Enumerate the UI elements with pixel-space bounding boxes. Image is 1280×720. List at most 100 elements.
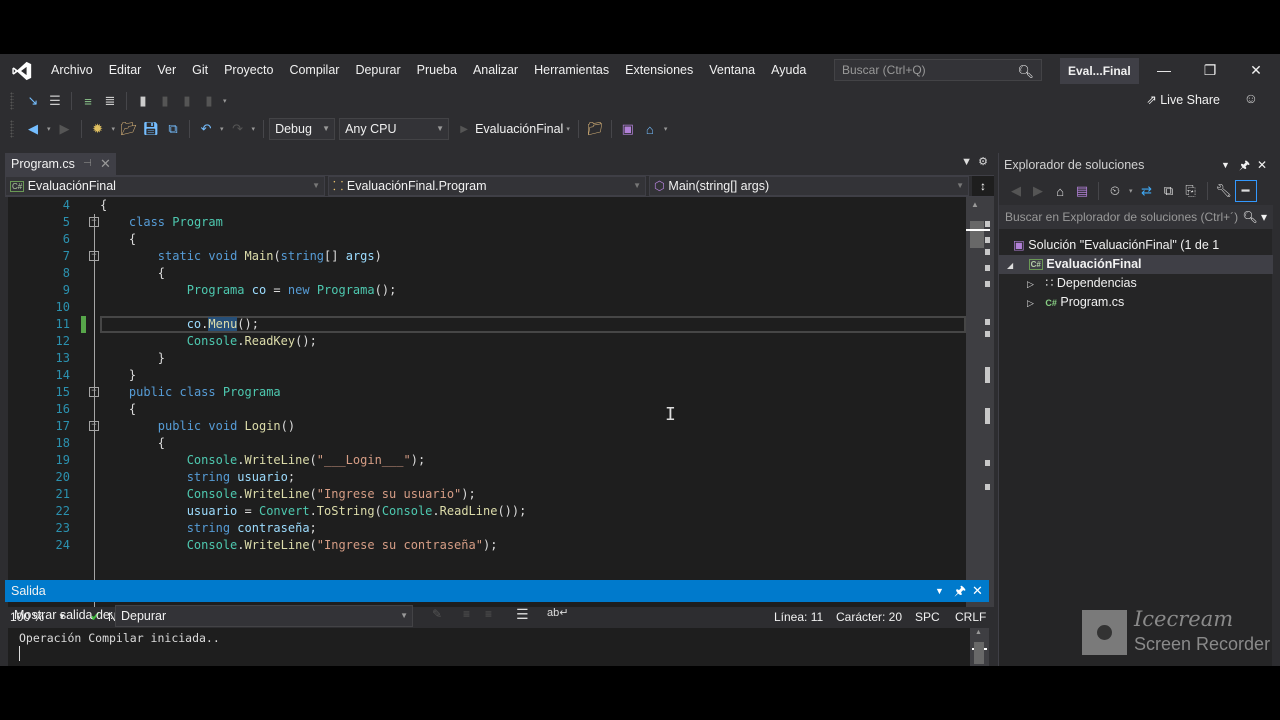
code-line[interactable]: 7 − static void Main(string[] args) [8,248,966,265]
scrollbar-thumb[interactable] [970,221,984,248]
code-line[interactable]: 21 Console.WriteLine("Ingrese su usuario… [8,486,966,503]
navigate-back-icon[interactable]: ◀ [22,118,44,140]
menu-herramientas[interactable]: Herramientas [526,54,617,87]
filter-dropdown-icon[interactable]: ▾ [1129,187,1133,195]
menu-proyecto[interactable]: Proyecto [216,54,281,87]
new-project-icon[interactable]: ✹ [87,118,109,140]
code-line[interactable]: 19 Console.WriteLine("___Login___"); [8,452,966,469]
restore-button[interactable]: ❐ [1187,54,1233,87]
pin-icon[interactable]: 🖈︎ [954,580,966,602]
collapsed-arrow-icon[interactable]: ▷ [1027,279,1034,289]
menu-archivo[interactable]: Archivo [43,54,101,87]
code-line[interactable]: 13 } [8,350,966,367]
menu-compilar[interactable]: Compilar [281,54,347,87]
code-line[interactable]: 8 { [8,265,966,282]
code-line[interactable]: 22 usuario = Convert.ToString(Console.Re… [8,503,966,520]
code-line[interactable]: 4{ [8,197,966,214]
back-dropdown-icon[interactable]: ▾ [47,125,51,133]
tree-item-dependencies[interactable]: ▷ ∷ Dependencias [999,274,1273,293]
collapse-region-icon[interactable]: − [89,251,99,261]
pin-icon[interactable]: 🖈︎ [1239,153,1250,177]
search-icon[interactable]: 🔍︎ ▾ [1242,205,1267,229]
browse-icon[interactable]: ⌂ [639,118,661,140]
tree-item-solution[interactable]: ▣ Solución "EvaluaciónFinal" (1 de 1 pro… [999,236,1273,271]
start-target-dropdown-icon[interactable]: ▾ [566,125,570,133]
code-line[interactable]: 17 − public void Login() [8,418,966,435]
menu-ventana[interactable]: Ventana [701,54,763,87]
menu-ver[interactable]: Ver [149,54,184,87]
toolbar-overflow-icon[interactable]: ▾ [223,97,227,105]
parameter-info-icon[interactable]: ☰ [44,90,66,112]
type-dropdown[interactable]: ⸬ EvaluaciónFinal.Program ▼ [328,176,646,196]
collapsed-arrow-icon[interactable]: ▷ [1027,298,1034,308]
split-window-icon[interactable]: ↕ [972,176,994,196]
close-tab-icon[interactable]: ✕ [100,153,111,175]
pane-menu-icon[interactable]: ▼ [935,580,944,602]
start-target-button[interactable]: EvaluaciónFinal [475,122,563,136]
show-all-files-icon[interactable]: ⎘ [1180,180,1202,202]
code-line[interactable]: 10 [8,299,966,316]
menu-ayuda[interactable]: Ayuda [763,54,814,87]
collapse-region-icon[interactable]: − [89,217,99,227]
tree-item-project[interactable]: ◢ C# EvaluaciónFinal [999,255,1273,274]
menu-git[interactable]: Git [184,54,216,87]
pin-icon[interactable]: ⊣ [83,153,92,175]
minimize-button[interactable]: — [1141,54,1187,87]
menu-analizar[interactable]: Analizar [465,54,526,87]
live-share-button[interactable]: ⇗ Live Share [1146,92,1220,107]
new-dropdown-icon[interactable]: ▾ [112,125,116,133]
properties-wrench-icon[interactable]: 🔧︎ [1213,180,1235,202]
project-dropdown[interactable]: C# EvaluaciónFinal ▼ [5,176,325,196]
preview-selected-icon[interactable]: ━ [1234,180,1257,202]
configuration-select[interactable]: Debug ▼ [269,118,336,140]
bookmark-icon[interactable]: ▮ [132,90,154,112]
solution-explorer-search-input[interactable]: Buscar en Explorador de soluciones (Ctrl… [999,205,1273,229]
toolbar-grip[interactable] [10,120,14,138]
tree-item-program-cs[interactable]: ▷ C# Program.cs [999,293,1273,312]
expanded-arrow-icon[interactable]: ◢ [1007,261,1013,270]
collapse-all-icon[interactable]: ⧉ [1158,180,1180,202]
code-editor[interactable]: 4{5− class Program 6 {7− static void Main… [8,197,966,607]
menu-extensiones[interactable]: Extensiones [617,54,701,87]
comment-lines-icon[interactable]: ≡ [77,90,99,112]
start-debugging-icon[interactable]: ▶ [453,118,475,140]
feedback-icon[interactable]: ☺ [1244,90,1258,106]
home-icon[interactable]: ⌂ [1049,180,1071,202]
code-line[interactable]: 11 co.Menu(); [8,316,966,333]
pending-changes-filter-icon[interactable]: ⏲︎ [1104,180,1126,202]
word-wrap-icon[interactable]: ab↵ [547,606,568,619]
platform-select[interactable]: Any CPU ▼ [339,118,450,140]
scrollbar-thumb[interactable] [974,642,984,664]
sync-icon[interactable]: ⇄ [1136,180,1158,202]
collapse-region-icon[interactable]: − [89,387,99,397]
code-line[interactable]: 16 { [8,401,966,418]
undo-dropdown-icon[interactable]: ▾ [220,125,224,133]
close-button[interactable]: ✕ [1233,54,1279,87]
global-search-input[interactable]: Buscar (Ctrl+Q) 🔍︎ [834,59,1042,81]
open-file-icon[interactable]: 📂︎ [118,118,140,140]
code-line[interactable]: 14 } [8,367,966,384]
code-line[interactable]: 5 − class Program [8,214,966,231]
save-icon[interactable]: 💾︎ [140,118,162,140]
tab-list-and-settings-icon[interactable]: ▼ ⚙ [961,155,988,168]
toolbar-grip[interactable] [10,92,14,110]
find-in-files-icon[interactable]: 📁︎ [584,118,606,140]
member-dropdown[interactable]: ⬡ Main(string[] args) ▼ [649,176,969,196]
collapse-region-icon[interactable]: − [89,421,99,431]
output-source-select[interactable]: Depurar ▼ [115,605,413,627]
save-all-icon[interactable]: ⧉ [162,118,184,140]
menu-depurar[interactable]: Depurar [347,54,408,87]
switch-views-icon[interactable]: ▤ [1071,180,1093,202]
scroll-up-icon[interactable]: ▲ [971,200,979,209]
browser-link-icon[interactable]: ▣ [617,118,639,140]
code-line[interactable]: 9 Programa co = new Programa(); [8,282,966,299]
close-pane-icon[interactable]: ✕ [1257,153,1267,177]
menu-editar[interactable]: Editar [101,54,150,87]
toolbar-overflow-icon[interactable]: ▾ [664,125,668,133]
close-pane-icon[interactable]: ✕ [972,580,983,602]
code-line[interactable]: 6 { [8,231,966,248]
menu-prueba[interactable]: Prueba [409,54,465,87]
scroll-up-icon[interactable]: ▲ [975,629,982,636]
pane-menu-icon[interactable]: ▼ [1221,153,1230,177]
clear-all-icon[interactable]: ☰ [516,606,529,623]
